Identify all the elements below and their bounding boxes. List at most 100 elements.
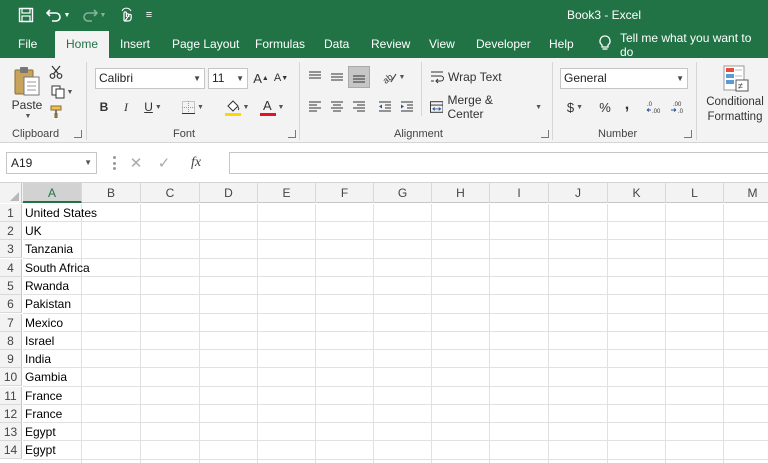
cut-icon[interactable] (47, 63, 65, 81)
row-header[interactable]: 1 (0, 204, 22, 222)
number-format-dropdown[interactable]: General ▼ (560, 68, 688, 89)
cell-a7[interactable]: Mexico (25, 314, 63, 332)
tab-help[interactable]: Help (543, 31, 580, 58)
bold-button[interactable]: B (96, 98, 112, 116)
align-right-icon[interactable] (350, 98, 368, 116)
enter-checkmark-icon[interactable]: ✓ (148, 154, 180, 172)
tab-home[interactable]: Home (55, 31, 109, 58)
row-header[interactable]: 14 (0, 441, 22, 459)
group-divider (86, 62, 87, 140)
column-header-l[interactable]: L (666, 183, 724, 203)
formula-input[interactable] (229, 152, 768, 174)
cell-a8[interactable]: Israel (25, 332, 54, 350)
conditional-formatting-icon[interactable]: ≠ (722, 64, 750, 94)
column-header-f[interactable]: F (316, 183, 374, 203)
cell-a11[interactable]: France (25, 387, 62, 405)
clipboard-launcher-icon[interactable] (74, 130, 82, 138)
row-header[interactable]: 12 (0, 405, 22, 423)
font-name-dropdown[interactable]: Calibri ▼ (95, 68, 205, 89)
column-header-g[interactable]: G (374, 183, 432, 203)
row-header[interactable]: 2 (0, 222, 22, 240)
merge-center-button[interactable]: Merge & Center ▼ (430, 93, 542, 121)
cell-a1[interactable]: United States (25, 204, 97, 222)
cell-area[interactable]: United States UK Tanzania South Africa R… (23, 204, 768, 463)
increase-font-size-icon[interactable]: A ▲ (252, 69, 270, 87)
column-header-e[interactable]: E (258, 183, 316, 203)
comma-style-button[interactable]: , (620, 96, 634, 114)
cell-a3[interactable]: Tanzania (25, 240, 73, 258)
formula-bar-grip-icon[interactable] (113, 156, 116, 170)
row-header[interactable]: 3 (0, 240, 22, 258)
font-size-dropdown[interactable]: 11 ▼ (208, 68, 248, 89)
column-header-i[interactable]: I (490, 183, 549, 203)
column-header-h[interactable]: H (432, 183, 490, 203)
wrap-text-button[interactable]: Wrap Text (430, 68, 506, 86)
cell-a9[interactable]: India (25, 350, 51, 368)
paste-dropdown-icon[interactable]: ▼ (22, 111, 32, 121)
row-header[interactable]: 6 (0, 295, 22, 313)
tab-insert[interactable]: Insert (114, 31, 156, 58)
row-header[interactable]: 8 (0, 332, 22, 350)
increase-indent-icon[interactable] (398, 98, 416, 116)
tab-data[interactable]: Data (318, 31, 355, 58)
tab-formulas[interactable]: Formulas (249, 31, 311, 58)
tab-developer[interactable]: Developer (470, 31, 537, 58)
cell-a4[interactable]: South Africa (25, 259, 90, 277)
tab-file[interactable]: File (12, 31, 43, 58)
decrease-indent-icon[interactable] (376, 98, 394, 116)
cell-a13[interactable]: Egypt (25, 423, 56, 441)
percent-style-button[interactable]: % (596, 98, 614, 116)
row-header[interactable]: 7 (0, 314, 22, 332)
column-header-j[interactable]: J (549, 183, 608, 203)
decrease-font-size-icon[interactable]: A ▼ (272, 69, 290, 87)
top-align-icon[interactable] (306, 68, 324, 86)
copy-icon[interactable]: ▼ (47, 83, 77, 101)
cell-a2[interactable]: UK (25, 222, 42, 240)
row-header[interactable]: 11 (0, 387, 22, 405)
select-all-button[interactable] (0, 183, 22, 203)
row-header[interactable]: 10 (0, 368, 22, 386)
name-box[interactable]: A19 ▼ (6, 152, 97, 174)
column-header-a[interactable]: A (23, 183, 82, 203)
cancel-icon[interactable]: ✕ (124, 154, 148, 172)
column-header-d[interactable]: D (200, 183, 258, 203)
row-header[interactable]: 13 (0, 423, 22, 441)
cell-a5[interactable]: Rwanda (25, 277, 69, 295)
tab-view[interactable]: View (423, 31, 461, 58)
italic-button[interactable]: I (118, 98, 134, 116)
font-launcher-icon[interactable] (288, 130, 296, 138)
column-header-c[interactable]: C (141, 183, 200, 203)
number-launcher-icon[interactable] (684, 130, 692, 138)
conditional-formatting-button[interactable]: Conditional Formatting (700, 95, 768, 125)
cell-a6[interactable]: Pakistan (25, 295, 71, 313)
worksheet-grid[interactable]: A B C D E F G H I J K L M 1 2 3 4 5 6 7 … (0, 183, 768, 463)
fill-color-icon[interactable]: ▼ (222, 96, 252, 118)
bottom-align-icon[interactable] (348, 66, 370, 88)
column-header-b[interactable]: B (82, 183, 141, 203)
tell-me-search[interactable]: Tell me what you want to do (598, 31, 768, 59)
orientation-icon[interactable]: ab ▼ (378, 68, 408, 86)
column-header-k[interactable]: K (608, 183, 666, 203)
column-header-m[interactable]: M (724, 183, 768, 203)
cell-a12[interactable]: France (25, 405, 62, 423)
row-header[interactable]: 9 (0, 350, 22, 368)
font-color-icon[interactable]: A ▼ (256, 96, 288, 118)
tab-review[interactable]: Review (365, 31, 416, 58)
row-header[interactable]: 5 (0, 277, 22, 295)
underline-button[interactable]: U ▼ (140, 98, 166, 116)
align-left-icon[interactable] (306, 98, 324, 116)
tab-page-layout[interactable]: Page Layout (166, 31, 245, 58)
increase-decimal-icon[interactable]: .0.00 (644, 98, 666, 116)
cell-a14[interactable]: Egypt (25, 441, 56, 459)
borders-icon[interactable]: ▼ (178, 98, 208, 116)
decrease-decimal-icon[interactable]: .00.0 (668, 98, 690, 116)
paste-icon[interactable] (10, 64, 44, 98)
middle-align-icon[interactable] (328, 68, 346, 86)
alignment-launcher-icon[interactable] (541, 130, 549, 138)
cell-a10[interactable]: Gambia (25, 368, 67, 386)
row-header[interactable]: 4 (0, 259, 22, 277)
insert-function-button[interactable]: fx (180, 155, 212, 171)
align-center-icon[interactable] (328, 98, 346, 116)
format-painter-icon[interactable] (47, 103, 65, 121)
currency-format-button[interactable]: $ ▼ (562, 98, 588, 116)
